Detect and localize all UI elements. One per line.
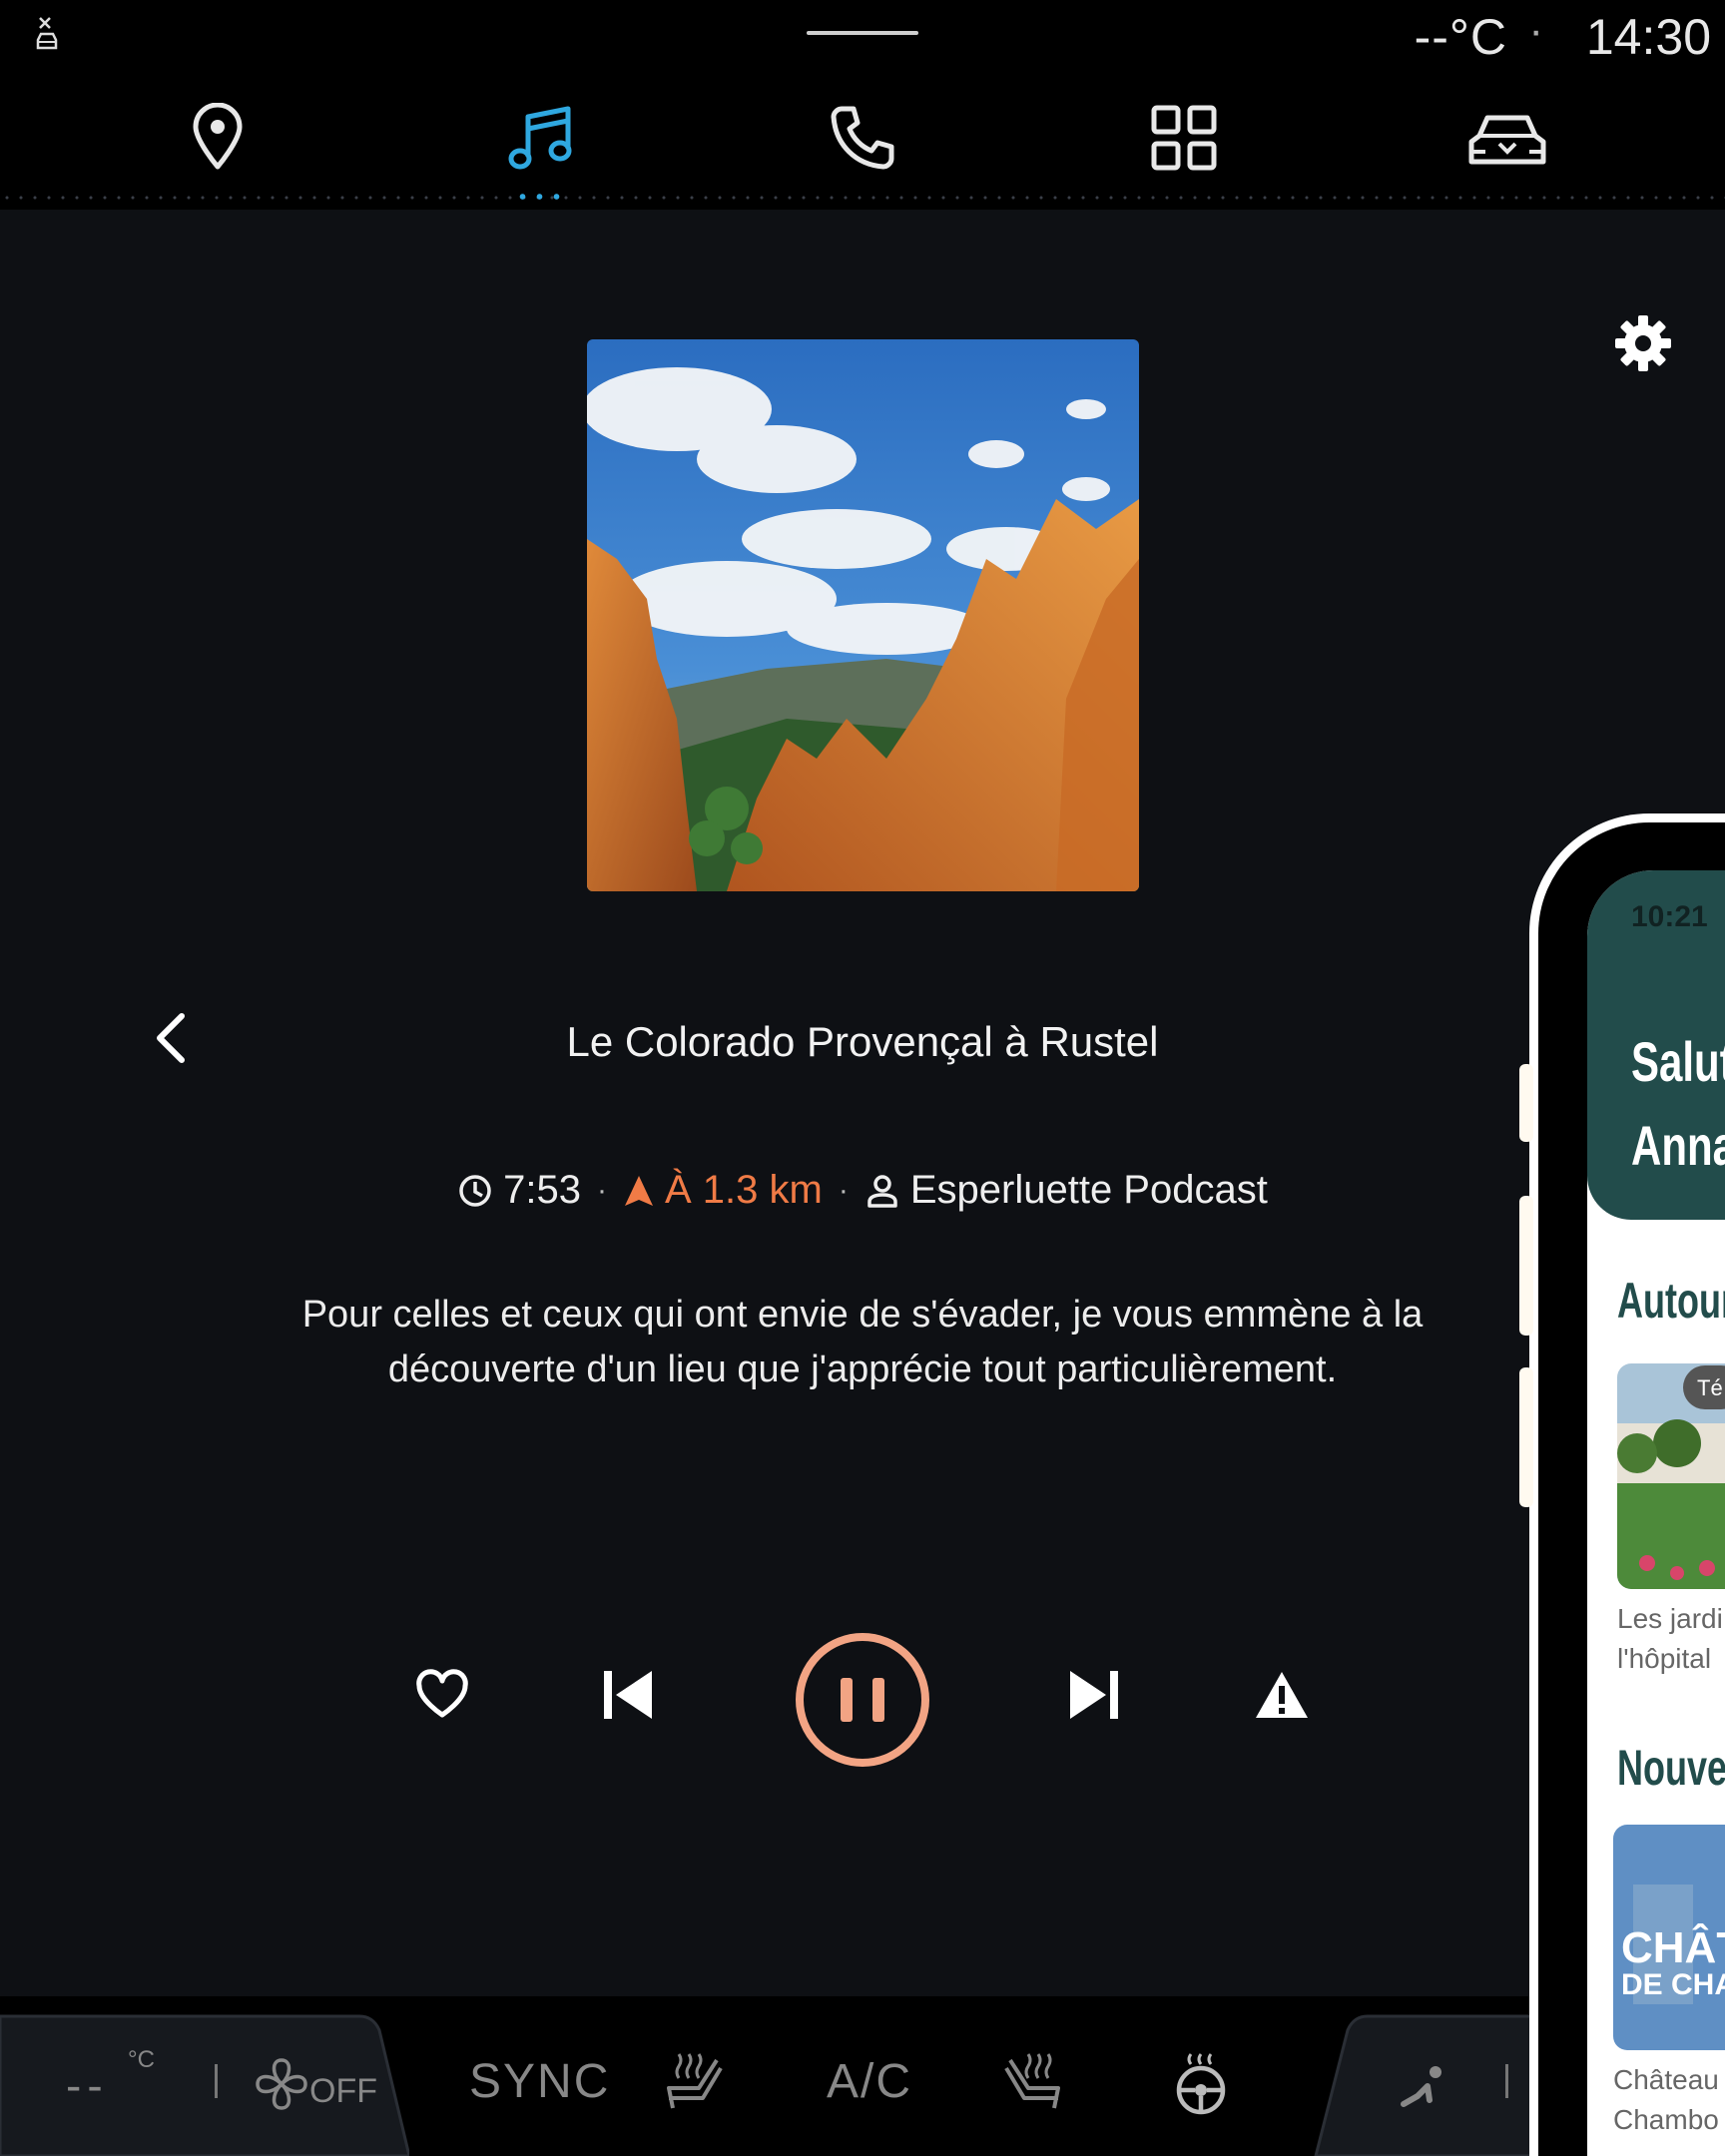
- map-pin-icon: [188, 102, 248, 178]
- phone-card-caption-line2: Chambo: [1613, 2104, 1719, 2135]
- outside-temperature: --°C: [1414, 9, 1507, 65]
- episode-meta: 7:53 · À 1.3 km · Esperluette Podcast: [299, 1168, 1426, 1213]
- episode-distance: À 1.3 km: [623, 1168, 823, 1213]
- sync-button[interactable]: SYNC: [469, 2054, 610, 2109]
- episode-description: Pour celles et ceux qui ont envie de s'é…: [301, 1294, 1424, 1390]
- climate-divider: [215, 2064, 218, 2098]
- favorite-heart-icon[interactable]: [412, 1665, 472, 1725]
- status-bar: --°C · 14:30: [0, 0, 1725, 70]
- nav-media[interactable]: [491, 90, 591, 190]
- nav-phone[interactable]: [813, 90, 912, 190]
- phone-greeting: Salut Anna: [1631, 1020, 1725, 1188]
- phone-side-button: [1519, 1196, 1533, 1336]
- phone-section-title: Nouvea: [1617, 1740, 1725, 1796]
- airflow-icon[interactable]: [1396, 2056, 1455, 2116]
- next-track-icon[interactable]: [1064, 1665, 1124, 1725]
- fan-off-label: OFF: [309, 2072, 377, 2110]
- direction-arrow-icon: [623, 1174, 655, 1208]
- meta-separator: ·: [838, 1173, 849, 1207]
- media-player: Le Colorado Provençal à Rustel 7:53 · À …: [0, 210, 1725, 1996]
- episode-title: Le Colorado Provençal à Rustel: [566, 1018, 1159, 1065]
- phone-card-caption-line1: Château: [1613, 2064, 1719, 2095]
- distance-label: À 1.3 km: [665, 1168, 823, 1212]
- meta-separator: ·: [597, 1173, 607, 1207]
- climate-bar: -- °C OFF SYNC A/C: [0, 1996, 1725, 2156]
- phone-card-overlay-line1: CHÂT: [1621, 1922, 1725, 1972]
- settings-icon[interactable]: [1613, 313, 1673, 373]
- disconnected-car-icon: [34, 14, 60, 54]
- climate-divider: [1505, 2064, 1508, 2098]
- phone-greeting-line2: Anna: [1631, 1114, 1725, 1177]
- pause-button[interactable]: [793, 1630, 932, 1770]
- nav-vehicle[interactable]: [1457, 90, 1557, 190]
- steering-wheel-heat-icon[interactable]: [1166, 2048, 1236, 2118]
- ac-button[interactable]: A/C: [827, 2054, 912, 2109]
- nav-divider: [0, 196, 1725, 200]
- nav-navigation[interactable]: [168, 90, 268, 190]
- phone-side-button: [1519, 1064, 1533, 1142]
- drag-handle[interactable]: [807, 31, 918, 35]
- seat-heat-icon[interactable]: [659, 2048, 729, 2118]
- phone-card-caption: Château Chambo: [1613, 2060, 1719, 2140]
- main-navigation: [0, 70, 1725, 210]
- episode-author: Esperluette Podcast: [909, 1168, 1268, 1212]
- nav-active-indicator: [514, 193, 566, 201]
- phone-card-image[interactable]: CHÂT DE CHAN: [1613, 1825, 1725, 2050]
- apps-grid-icon: [1151, 105, 1217, 176]
- phone-card-caption: Les jardi l'hôpital: [1617, 1599, 1723, 1679]
- status-separator: ·: [1528, 6, 1543, 55]
- phone-greeting-line1: Salut: [1631, 1030, 1725, 1093]
- previous-track-icon[interactable]: [598, 1665, 658, 1725]
- fan-icon[interactable]: [252, 2054, 311, 2114]
- phone-card-badge: Té: [1683, 1365, 1725, 1409]
- person-icon: [864, 1173, 900, 1209]
- episode-duration: 7:53: [503, 1168, 581, 1212]
- clock-icon: [457, 1173, 493, 1209]
- phone-card-caption-line2: l'hôpital: [1617, 1643, 1712, 1674]
- back-chevron-icon[interactable]: [148, 1008, 198, 1068]
- playback-controls: [0, 1620, 1725, 1770]
- climate-unit: °C: [128, 2046, 155, 2073]
- phone-section-title: Autour: [1617, 1273, 1725, 1329]
- phone-clock: 10:21: [1631, 900, 1708, 933]
- phone-card-caption-line1: Les jardi: [1617, 1603, 1723, 1634]
- seat-heat-passenger-icon[interactable]: [998, 2048, 1068, 2118]
- music-note-icon: [506, 103, 576, 178]
- phone-icon: [828, 103, 897, 178]
- phone-screen: 10:21 Salut Anna Autour Les jardi l'hôpi…: [1587, 870, 1725, 2156]
- clock: 14:30: [1585, 9, 1711, 65]
- car-icon: [1465, 106, 1549, 175]
- episode-artwork: [587, 339, 1139, 891]
- nav-apps[interactable]: [1134, 90, 1234, 190]
- phone-card-overlay-line2: DE CHAN: [1621, 1968, 1725, 2001]
- climate-temperature[interactable]: --: [66, 2058, 109, 2112]
- report-warning-icon[interactable]: [1252, 1665, 1312, 1725]
- phone-side-button: [1519, 1367, 1533, 1507]
